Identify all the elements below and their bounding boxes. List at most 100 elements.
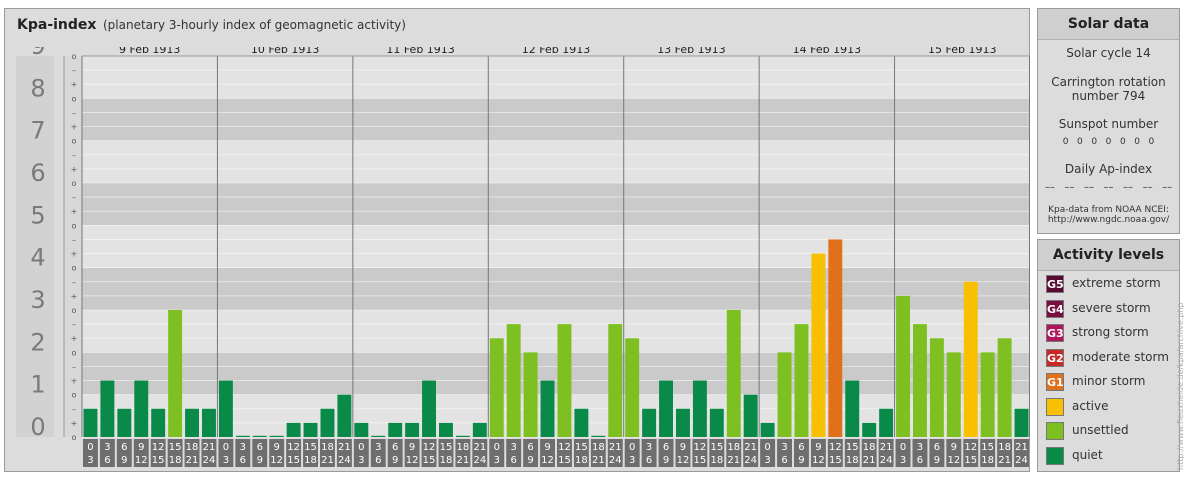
interval-end-label: 12 — [812, 455, 825, 466]
interval-end-label: 9 — [798, 455, 804, 466]
minor-tick-label: + — [71, 207, 78, 216]
interval-start-label: 12 — [287, 442, 300, 453]
kpa-bar — [134, 380, 149, 437]
kpa-bar — [506, 324, 521, 437]
interval-start-label: 6 — [121, 442, 127, 453]
interval-end-label: 24 — [473, 455, 486, 466]
day-label: 15 Feb 1913 — [928, 47, 996, 56]
interval-start-label: 18 — [186, 442, 199, 453]
kpa-bar — [117, 408, 132, 437]
kpa-bar — [692, 380, 707, 437]
interval-start-label: 18 — [592, 442, 605, 453]
interval-end-label: 24 — [1015, 455, 1028, 466]
minor-tick-label: + — [71, 250, 78, 259]
interval-end-label: 3 — [223, 455, 229, 466]
interval-end-label: 3 — [764, 455, 770, 466]
day-label: 14 Feb 1913 — [793, 47, 861, 56]
kpa-bar — [913, 324, 927, 437]
interval-start-label: 3 — [104, 442, 110, 453]
interval-start-label: 15 — [710, 442, 723, 453]
kpa-bar — [642, 408, 657, 437]
activity-levels-heading: Activity levels — [1038, 240, 1179, 271]
interval-end-label: 24 — [338, 455, 351, 466]
interval-end-label: 3 — [87, 455, 93, 466]
activity-level-swatch: G1 — [1046, 373, 1064, 391]
minor-tick-label: o — [72, 433, 77, 442]
solar-cycle: Solar cycle 14 — [1066, 46, 1151, 60]
interval-start-label: 0 — [764, 442, 770, 453]
interval-end-label: 21 — [863, 455, 876, 466]
band-7 — [82, 98, 1030, 141]
kpa-bar — [794, 324, 809, 437]
kpa-bar — [743, 394, 758, 437]
interval-start-label: 9 — [815, 442, 821, 453]
day-label: 10 Feb 1913 — [251, 47, 319, 56]
activity-level-swatch — [1046, 397, 1064, 416]
kpa-bar — [591, 435, 606, 437]
interval-start-label: 9 — [951, 442, 957, 453]
interval-start-label: 12 — [694, 442, 707, 453]
interval-start-label: 0 — [494, 442, 500, 453]
interval-end-label: 21 — [727, 455, 740, 466]
y-tick-label: 5 — [30, 201, 45, 229]
band-5 — [82, 183, 1030, 226]
interval-start-label: 9 — [138, 442, 144, 453]
interval-start-label: 18 — [457, 442, 470, 453]
interval-end-label: 12 — [406, 455, 419, 466]
interval-start-label: 0 — [87, 442, 93, 453]
sunspot-label: Sunspot number — [1058, 117, 1159, 131]
kpa-bar — [828, 239, 843, 437]
interval-end-label: 9 — [257, 455, 263, 466]
carrington-line-1: Carrington rotation — [1051, 75, 1166, 89]
interval-start-label: 3 — [240, 442, 246, 453]
activity-level-label: unsettled — [1072, 423, 1129, 437]
interval-start-label: 3 — [646, 442, 652, 453]
interval-start-label: 6 — [934, 442, 940, 453]
interval-start-label: 21 — [338, 442, 351, 453]
sunspot-values: 0 0 0 0 0 0 0 — [1062, 137, 1155, 147]
kpa-bar — [963, 281, 978, 437]
interval-end-label: 18 — [304, 455, 317, 466]
ap-index-values: –– –– –– –– –– –– –– — [1044, 182, 1173, 193]
kpa-bar — [777, 352, 792, 437]
kpa-bar — [557, 324, 572, 437]
interval-end-label: 15 — [423, 455, 436, 466]
interval-end-label: 15 — [287, 455, 300, 466]
interval-start-label: 15 — [981, 442, 994, 453]
minor-tick-label: o — [72, 391, 77, 400]
interval-end-label: 6 — [104, 455, 110, 466]
kpa-bar — [422, 380, 436, 437]
band-8 — [82, 56, 1030, 99]
minor-tick-label: o — [72, 306, 77, 315]
interval-start-label: 12 — [558, 442, 571, 453]
y-tick-label: 6 — [30, 159, 45, 187]
interval-end-label: 15 — [964, 455, 977, 466]
interval-end-label: 21 — [457, 455, 470, 466]
interval-end-label: 6 — [646, 455, 652, 466]
kpa-bar — [303, 422, 318, 437]
interval-end-label: 15 — [152, 455, 165, 466]
minor-tick-label: + — [71, 334, 78, 343]
interval-start-label: 9 — [544, 442, 550, 453]
minor-tick-label: o — [72, 52, 77, 61]
kpa-bar — [371, 435, 386, 437]
interval-end-label: 12 — [677, 455, 690, 466]
minor-tick-label: o — [72, 348, 77, 357]
interval-start-label: 6 — [527, 442, 533, 453]
interval-start-label: 21 — [744, 442, 757, 453]
interval-end-label: 18 — [169, 455, 182, 466]
kpa-bar — [455, 435, 470, 437]
kpa-bar — [286, 422, 301, 437]
kpa-bar — [185, 408, 199, 437]
interval-start-label: 15 — [575, 442, 588, 453]
interval-end-label: 21 — [998, 455, 1011, 466]
interval-end-label: 12 — [270, 455, 283, 466]
kpa-bar — [202, 408, 216, 437]
kpa-bar — [83, 408, 98, 437]
interval-end-label: 15 — [694, 455, 707, 466]
y-tick-label: 9 — [30, 47, 45, 60]
kpa-bar — [625, 338, 640, 437]
interval-end-label: 18 — [710, 455, 723, 466]
interval-end-label: 9 — [527, 455, 533, 466]
minor-tick-label: o — [72, 94, 77, 103]
